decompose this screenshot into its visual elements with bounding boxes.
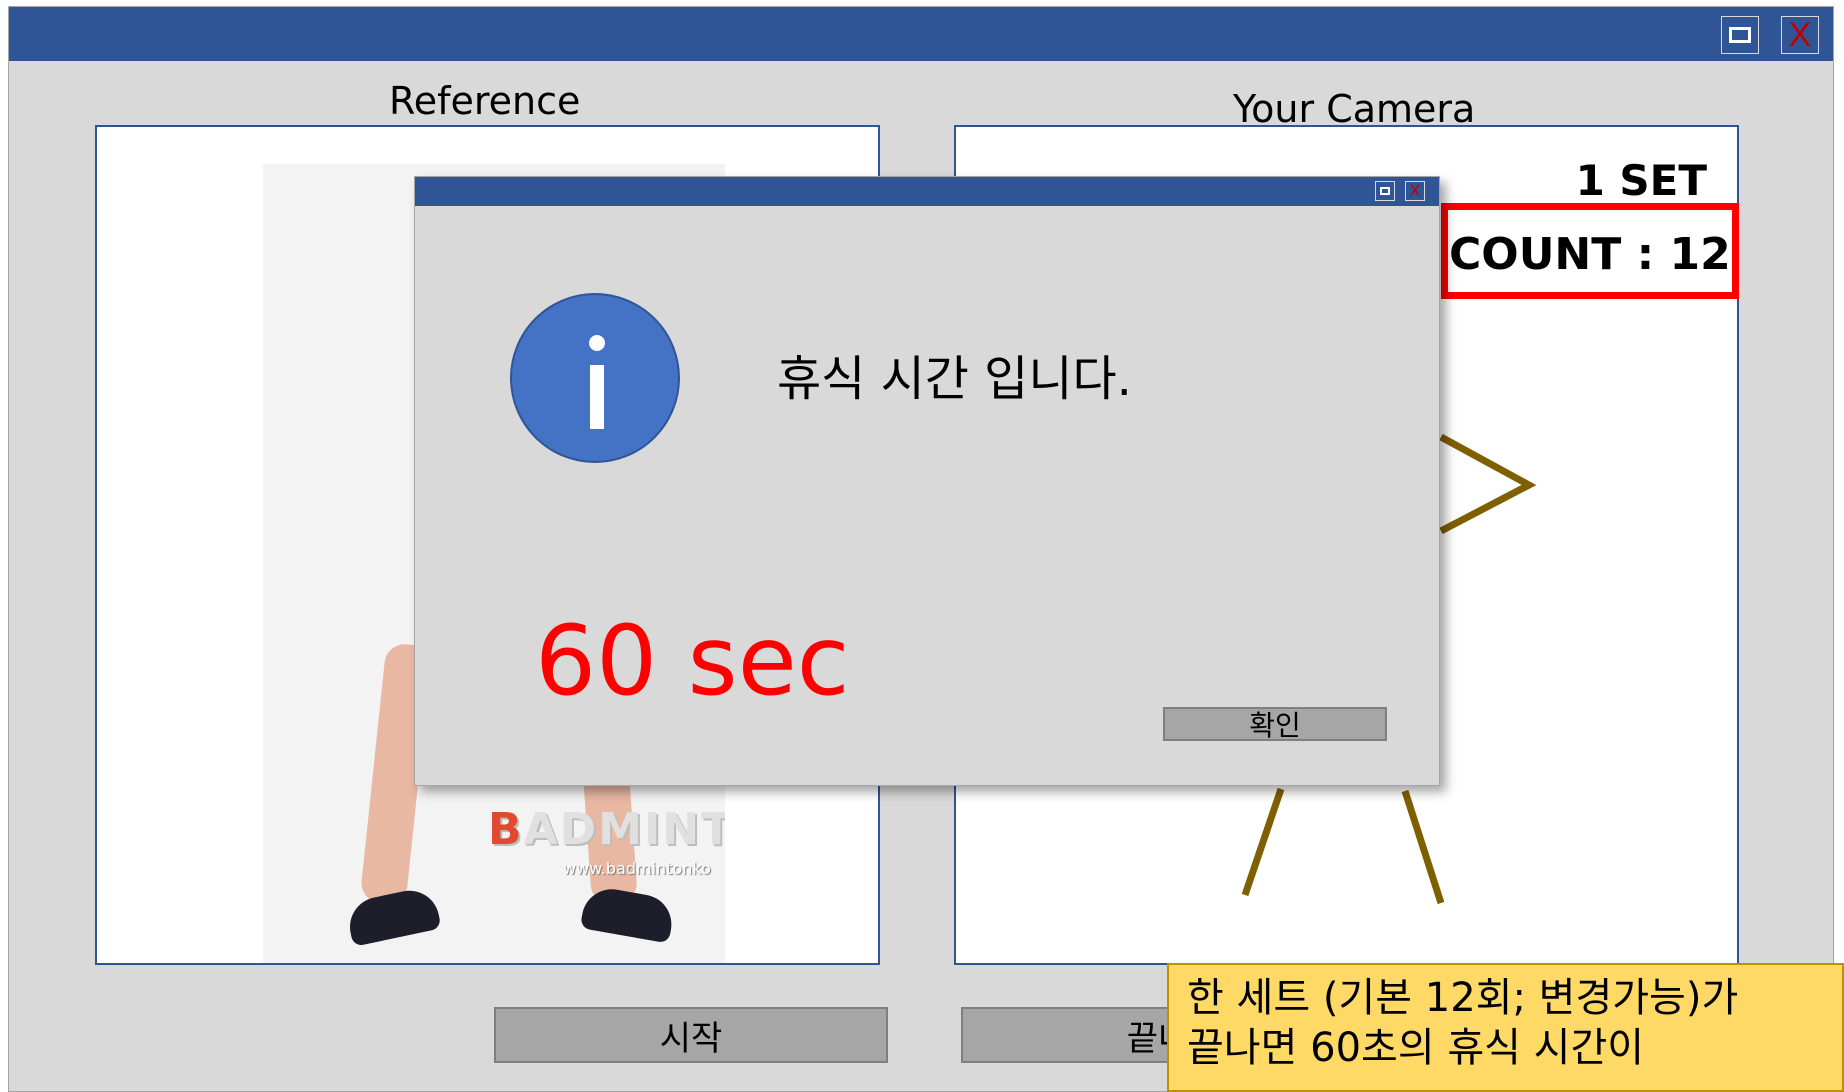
dialog-close-button[interactable]: X xyxy=(1405,181,1425,201)
photo-url: www.badmintonko xyxy=(563,859,711,878)
dialog-message: 휴식 시간 입니다. xyxy=(777,351,1132,407)
info-icon-bar xyxy=(590,365,604,429)
reference-label: Reference xyxy=(389,79,581,123)
title-bar[interactable]: X xyxy=(9,7,1833,61)
annotation-note: 한 세트 (기본 12회; 변경가능)가 끝나면 60초의 휴식 시간이 xyxy=(1167,963,1844,1092)
set-indicator: 1 SET xyxy=(1576,157,1707,205)
rest-dialog: X 휴식 시간 입니다. 60 sec 확인 xyxy=(414,176,1440,786)
ok-button[interactable]: 확인 xyxy=(1163,707,1387,742)
rest-timer: 60 sec xyxy=(535,605,850,717)
dialog-title-bar[interactable]: X xyxy=(415,177,1439,206)
start-button[interactable]: 시작 xyxy=(494,1007,888,1063)
info-icon-dot xyxy=(589,335,605,351)
dialog-maximize-button[interactable] xyxy=(1375,181,1395,201)
set-text: 1 SET xyxy=(1575,156,1707,205)
dialog-close-icon: X xyxy=(1409,181,1421,200)
photo-left-shoe xyxy=(344,885,442,947)
close-icon: X xyxy=(1788,16,1812,54)
dialog-maximize-icon xyxy=(1380,187,1390,195)
maximize-button[interactable] xyxy=(1721,16,1759,54)
photo-logo: BADMINT xyxy=(488,804,725,855)
close-button[interactable]: X xyxy=(1781,16,1819,54)
photo-right-shoe xyxy=(579,884,677,944)
maximize-icon xyxy=(1729,27,1751,43)
info-icon xyxy=(510,293,680,463)
count-text: COUNT : 12 xyxy=(1449,229,1731,280)
